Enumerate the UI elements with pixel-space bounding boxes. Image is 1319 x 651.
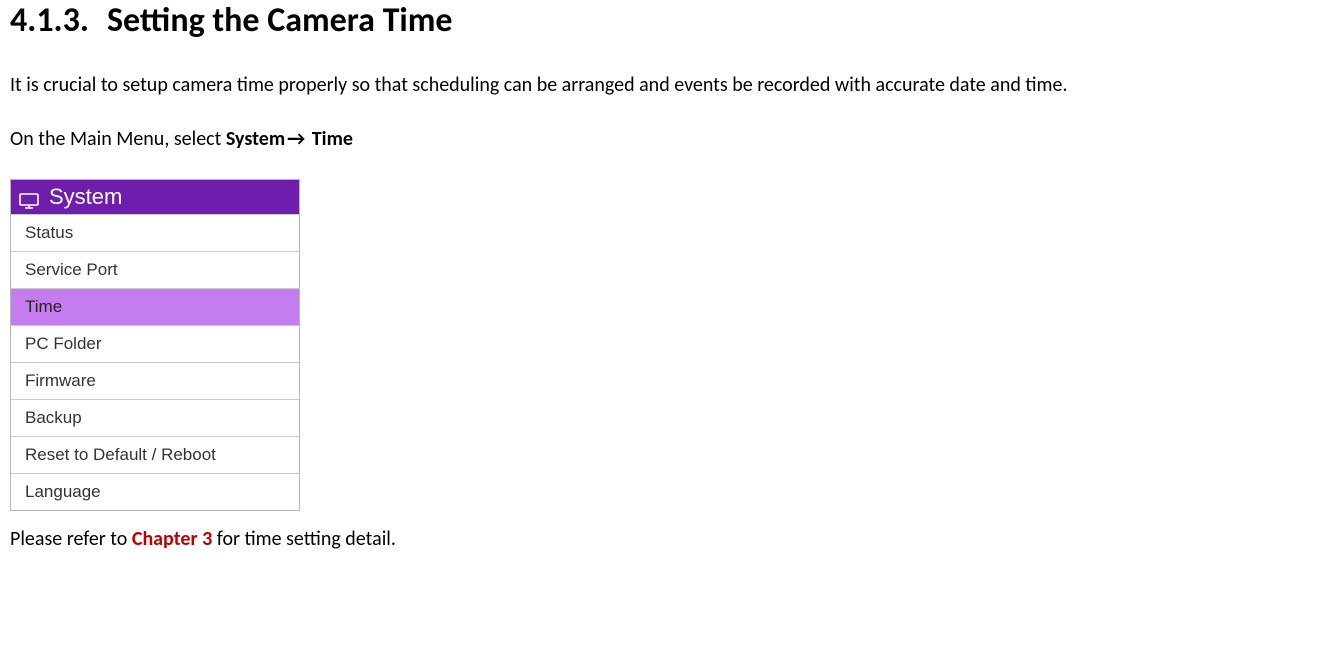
section-number: 4.1.3. xyxy=(10,0,89,41)
nav-time: Time xyxy=(312,127,353,151)
intro-paragraph: It is crucial to setup camera time prope… xyxy=(10,71,1309,99)
menu-item-reset-to-default-reboot[interactable]: Reset to Default / Reboot xyxy=(11,436,299,473)
menu-item-pc-folder[interactable]: PC Folder xyxy=(11,325,299,362)
menu-item-status[interactable]: Status xyxy=(11,214,299,251)
footer-note: Please refer to Chapter 3 for time setti… xyxy=(10,525,1309,553)
menu-item-service-port[interactable]: Service Port xyxy=(11,251,299,288)
navigation-instruction: On the Main Menu, select System→ Time xyxy=(10,125,1309,153)
section-heading: 4.1.3. Setting the Camera Time xyxy=(10,0,1309,41)
menu-item-firmware[interactable]: Firmware xyxy=(11,362,299,399)
footer-chapter-ref: Chapter 3 xyxy=(132,527,212,551)
monitor-icon xyxy=(19,189,39,205)
footer-prefix: Please refer to xyxy=(10,527,132,551)
menu-items-container: StatusService PortTimePC FolderFirmwareB… xyxy=(11,214,299,510)
system-menu: System StatusService PortTimePC FolderFi… xyxy=(10,179,300,511)
menu-item-language[interactable]: Language xyxy=(11,473,299,510)
menu-item-time[interactable]: Time xyxy=(11,288,299,325)
menu-title: System xyxy=(49,184,122,210)
footer-suffix: for time setting detail. xyxy=(212,527,396,551)
arrow-icon: → xyxy=(287,127,305,151)
menu-header[interactable]: System xyxy=(11,180,299,214)
section-title: Setting the Camera Time xyxy=(107,0,453,41)
nav-prefix: On the Main Menu, select xyxy=(10,127,226,151)
menu-item-backup[interactable]: Backup xyxy=(11,399,299,436)
nav-system: System xyxy=(226,127,285,151)
